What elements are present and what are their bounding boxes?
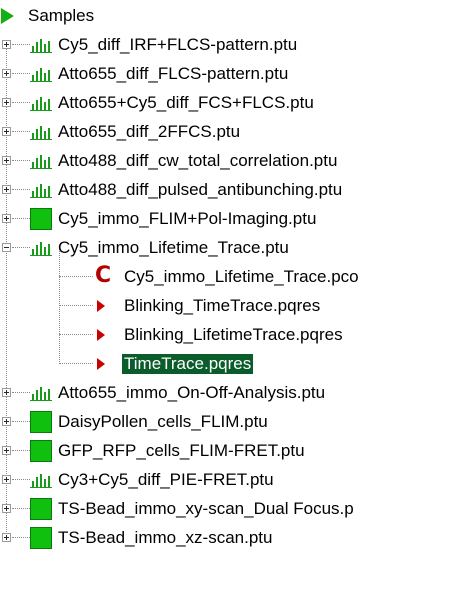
collapse-toggle-icon[interactable] bbox=[2, 243, 11, 252]
tree-item-label: Cy5_immo_Lifetime_Trace.ptu bbox=[58, 238, 289, 257]
tree-item[interactable]: Atto655_diff_2FFCS.ptu bbox=[0, 118, 458, 147]
tree-item[interactable]: Cy5_immo_FLIM+Pol-Imaging.ptu bbox=[0, 205, 458, 234]
expand-toggle-icon[interactable] bbox=[2, 98, 11, 107]
bar-chart-icon bbox=[30, 124, 52, 140]
tree-child-label: Blinking_TimeTrace.pqres bbox=[124, 296, 321, 315]
tree-child-label: Cy5_immo_Lifetime_Trace.pco bbox=[124, 267, 359, 286]
expand-toggle-icon[interactable] bbox=[2, 40, 11, 49]
tree-connector bbox=[12, 421, 30, 422]
tree-item-label: Atto655_diff_2FFCS.ptu bbox=[58, 122, 241, 141]
tree-item-label: Atto655+Cy5_diff_FCS+FLCS.ptu bbox=[58, 93, 314, 112]
tree-connector bbox=[12, 450, 30, 451]
tree-item-label: Cy5_immo_FLIM+Pol-Imaging.ptu bbox=[58, 209, 317, 228]
image-square-icon bbox=[30, 440, 52, 462]
tree-child-item[interactable]: Blinking_TimeTrace.pqres bbox=[0, 292, 458, 321]
tree-connector bbox=[59, 363, 93, 364]
tree-item[interactable]: Atto655_diff_FLCS-pattern.ptu bbox=[0, 60, 458, 89]
tree-connector bbox=[12, 218, 30, 219]
tree-child-item[interactable]: Blinking_LifetimeTrace.pqres bbox=[0, 321, 458, 350]
tree-connector bbox=[59, 305, 93, 306]
tree-item[interactable]: DaisyPollen_cells_FLIM.ptu bbox=[0, 408, 458, 437]
tree-item-label: Atto655_immo_On-Off-Analysis.ptu bbox=[58, 383, 326, 402]
tree-connector bbox=[12, 479, 30, 480]
tree-item[interactable]: TS-Bead_immo_xz-scan.ptu bbox=[0, 524, 458, 553]
tree-item[interactable]: Atto655+Cy5_diff_FCS+FLCS.ptu bbox=[0, 89, 458, 118]
tree-item-label: Atto488_diff_cw_total_correlation.ptu bbox=[58, 151, 338, 170]
bar-chart-icon bbox=[30, 153, 52, 169]
bar-chart-icon bbox=[30, 182, 52, 198]
tree-item-label: DaisyPollen_cells_FLIM.ptu bbox=[58, 412, 268, 431]
tree-item[interactable]: Atto488_diff_pulsed_antibunching.ptu bbox=[0, 176, 458, 205]
tree-connector bbox=[12, 189, 30, 190]
image-square-icon bbox=[30, 411, 52, 433]
result-arrow-icon bbox=[97, 300, 105, 312]
tree-connector bbox=[59, 334, 93, 335]
tree-connector bbox=[12, 247, 30, 248]
expand-toggle-icon[interactable] bbox=[2, 214, 11, 223]
tree-connector bbox=[12, 392, 30, 393]
tree-item[interactable]: Cy5_immo_Lifetime_Trace.ptu bbox=[0, 234, 458, 263]
expand-toggle-icon[interactable] bbox=[2, 504, 11, 513]
image-square-icon bbox=[30, 527, 52, 549]
tree-item-label: Cy5_diff_IRF+FLCS-pattern.ptu bbox=[58, 35, 298, 54]
tree-item-label: GFP_RFP_cells_FLIM-FRET.ptu bbox=[58, 441, 305, 460]
tree-item-label: TS-Bead_immo_xy-scan_Dual Focus.p bbox=[58, 499, 354, 518]
tree-item-label: Cy3+Cy5_diff_PIE-FRET.ptu bbox=[58, 470, 274, 489]
expand-toggle-icon[interactable] bbox=[2, 127, 11, 136]
tree-child-item[interactable]: TimeTrace.pqres bbox=[0, 350, 458, 379]
play-icon bbox=[1, 8, 14, 24]
tree-item[interactable]: TS-Bead_immo_xy-scan_Dual Focus.p bbox=[0, 495, 458, 524]
tree-child-item[interactable]: C Cy5_immo_Lifetime_Trace.pco bbox=[0, 263, 458, 292]
tree-connector bbox=[12, 508, 30, 509]
tree-connector bbox=[59, 276, 93, 277]
expand-toggle-icon[interactable] bbox=[2, 69, 11, 78]
result-arrow-icon bbox=[97, 358, 105, 370]
expand-toggle-icon[interactable] bbox=[2, 388, 11, 397]
tree-item[interactable]: Atto655_immo_On-Off-Analysis.ptu bbox=[0, 379, 458, 408]
result-arrow-icon bbox=[97, 329, 105, 341]
tree-root[interactable]: Samples bbox=[0, 2, 458, 31]
tree-connector bbox=[59, 251, 60, 364]
tree-item[interactable]: Atto488_diff_cw_total_correlation.ptu bbox=[0, 147, 458, 176]
tree-connector bbox=[12, 131, 30, 132]
expand-toggle-icon[interactable] bbox=[2, 417, 11, 426]
expand-toggle-icon[interactable] bbox=[2, 446, 11, 455]
tree-connector bbox=[12, 73, 30, 74]
expand-toggle-icon[interactable] bbox=[2, 185, 11, 194]
tree-connector bbox=[12, 160, 30, 161]
tree-connector bbox=[12, 537, 30, 538]
tree-connector bbox=[12, 102, 30, 103]
pco-c-icon: C bbox=[95, 263, 112, 288]
expand-toggle-icon[interactable] bbox=[2, 475, 11, 484]
sample-tree: Samples Cy5_diff_IRF+FLCS-pattern.ptu Att… bbox=[0, 0, 458, 610]
root-label: Samples bbox=[28, 6, 95, 25]
bar-chart-icon bbox=[30, 66, 52, 82]
bar-chart-icon bbox=[30, 37, 52, 53]
tree-item-label: TS-Bead_immo_xz-scan.ptu bbox=[58, 528, 273, 547]
tree-item[interactable]: Cy3+Cy5_diff_PIE-FRET.ptu bbox=[0, 466, 458, 495]
bar-chart-icon bbox=[30, 472, 52, 488]
image-square-icon bbox=[30, 498, 52, 520]
tree-child-label: Blinking_LifetimeTrace.pqres bbox=[124, 325, 343, 344]
tree-child-label: TimeTrace.pqres bbox=[122, 354, 254, 374]
tree-item-label: Atto655_diff_FLCS-pattern.ptu bbox=[58, 64, 289, 83]
tree-connector bbox=[12, 44, 30, 45]
tree-item[interactable]: GFP_RFP_cells_FLIM-FRET.ptu bbox=[0, 437, 458, 466]
tree-item[interactable]: Cy5_diff_IRF+FLCS-pattern.ptu bbox=[0, 31, 458, 60]
bar-chart-icon bbox=[30, 240, 52, 256]
expand-toggle-icon[interactable] bbox=[2, 533, 11, 542]
bar-chart-icon bbox=[30, 385, 52, 401]
image-square-icon bbox=[30, 208, 52, 230]
tree-item-label: Atto488_diff_pulsed_antibunching.ptu bbox=[58, 180, 343, 199]
expand-toggle-icon[interactable] bbox=[2, 156, 11, 165]
bar-chart-icon bbox=[30, 95, 52, 111]
